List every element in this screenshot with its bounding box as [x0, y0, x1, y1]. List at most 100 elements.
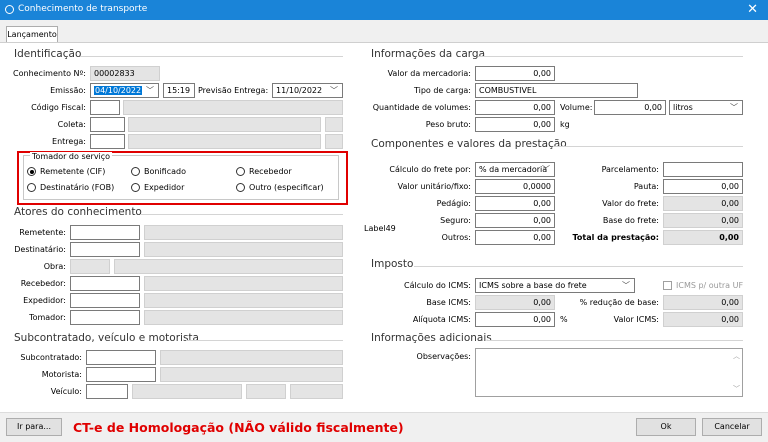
veiculo-field[interactable]	[86, 384, 128, 399]
valor-icms-label: Valor ICMS:	[613, 315, 659, 324]
motorista-field[interactable]	[86, 367, 156, 382]
base-icms-label: Base ICMS:	[426, 298, 471, 307]
radio-expedidor-label: Expedidor	[144, 183, 185, 192]
base-icms-field: 0,00	[475, 295, 555, 310]
obra-field	[70, 259, 110, 274]
recebedor-name	[144, 276, 343, 291]
emissao-date-picker[interactable]: 04/10/2022 ﹀	[90, 83, 159, 98]
numero-field: 00002833	[90, 66, 160, 81]
entrega-extra	[325, 134, 343, 149]
cancelar-button[interactable]: Cancelar	[702, 418, 762, 436]
divider	[80, 56, 343, 57]
previsao-label: Previsão Entrega:	[198, 86, 269, 95]
section-imposto-title: Imposto	[371, 258, 414, 270]
radio-bonificado[interactable]	[131, 167, 140, 176]
radio-outro-label: Outro (especificar)	[249, 183, 324, 192]
subcontratado-field[interactable]	[86, 350, 156, 365]
calculo-frete-select[interactable]: % da mercadoria ﹀	[475, 162, 555, 177]
tomador-field[interactable]	[70, 310, 140, 325]
volume-unit-select[interactable]: litros ﹀	[669, 100, 743, 115]
icms-outra-uf-checkbox[interactable]	[663, 281, 672, 290]
total-prestacao-label: Total da prestação:	[572, 233, 659, 242]
codigo-fiscal-description	[123, 100, 343, 115]
peso-unit: kg	[560, 120, 570, 129]
valor-unitario-field[interactable]: 0,0000	[475, 179, 555, 194]
radio-remetente-cif[interactable]	[27, 167, 36, 176]
seguro-field[interactable]: 0,00	[475, 213, 555, 228]
calculo-frete-label: Cálculo do frete por:	[389, 165, 471, 174]
destinatario-field[interactable]	[70, 242, 140, 257]
aliquota-pct: %	[560, 315, 568, 324]
radio-recebedor[interactable]	[236, 167, 245, 176]
radio-remetente-cif-label: Remetente (CIF)	[40, 167, 106, 176]
emissao-date-value: 04/10/2022	[94, 86, 143, 95]
previsao-date-picker[interactable]: 11/10/2022 ﹀	[272, 83, 343, 98]
radio-bonificado-label: Bonificado	[144, 167, 186, 176]
pedagio-field[interactable]: 0,00	[475, 196, 555, 211]
section-atores-title: Atores do conhecimento	[14, 206, 142, 218]
ir-para-button[interactable]: Ir para...	[6, 418, 62, 436]
aliquota-icms-label: Alíquota ICMS:	[412, 315, 471, 324]
homologacao-warning: CT-e de Homologação (NÃO válido fiscalme…	[73, 420, 404, 435]
emissao-time-field[interactable]: 15:19	[163, 83, 195, 98]
chevron-down-icon: ﹀	[146, 86, 154, 95]
expedidor-name	[144, 293, 343, 308]
base-frete-field: 0,00	[663, 213, 743, 228]
coleta-label: Coleta:	[57, 120, 86, 129]
remetente-label: Remetente:	[19, 228, 66, 237]
codigo-fiscal-field[interactable]	[90, 100, 120, 115]
pauta-field[interactable]: 0,00	[663, 179, 743, 194]
parcelamento-field[interactable]	[663, 162, 743, 177]
valor-icms-field: 0,00	[663, 312, 743, 327]
divider	[186, 340, 343, 341]
calculo-icms-label: Cálculo do ICMS:	[404, 281, 471, 290]
radio-outro[interactable]	[236, 183, 245, 192]
remetente-field[interactable]	[70, 225, 140, 240]
radio-destinatario-fob-label: Destinatário (FOB)	[40, 183, 115, 192]
volume-field[interactable]: 0,00	[594, 100, 666, 115]
divider	[140, 214, 343, 215]
coleta-field[interactable]	[90, 117, 125, 132]
valor-unitario-label: Valor unitário/fixo:	[397, 182, 471, 191]
tipo-carga-field[interactable]: COMBUSTIVEL	[475, 83, 638, 98]
entrega-field[interactable]	[90, 134, 125, 149]
volume-label: Volume:	[560, 103, 593, 112]
chevron-down-icon: ﹀	[542, 165, 550, 174]
divider	[553, 146, 743, 147]
previsao-date-value: 11/10/2022	[276, 86, 323, 95]
window-title: Conhecimento de transporte	[18, 4, 148, 14]
destinatario-label: Destinatário:	[14, 245, 66, 254]
calculo-icms-select[interactable]: ICMS sobre a base do frete ﹀	[475, 278, 635, 293]
aliquota-icms-field[interactable]: 0,00	[475, 312, 555, 327]
tipo-carga-label: Tipo de carga:	[413, 86, 471, 95]
recebedor-field[interactable]	[70, 276, 140, 291]
tomador-group	[23, 155, 339, 200]
veiculo-extra-2	[290, 384, 343, 399]
divider	[478, 56, 743, 57]
observacoes-textarea[interactable]: ︿ ﹀	[475, 348, 743, 397]
divider	[414, 266, 743, 267]
peso-field[interactable]: 0,00	[475, 117, 555, 132]
valor-mercadoria-field[interactable]: 0,00	[475, 66, 555, 81]
radio-destinatario-fob[interactable]	[27, 183, 36, 192]
tab-lancamento[interactable]: Lançamento	[6, 26, 58, 42]
outros-label: Outros:	[441, 233, 471, 242]
calculo-frete-value: % da mercadoria	[479, 165, 548, 174]
app-icon	[5, 5, 14, 14]
tomador-title: Tomador do serviço	[30, 152, 113, 161]
peso-label: Peso bruto:	[425, 120, 471, 129]
radio-expedidor[interactable]	[131, 183, 140, 192]
expedidor-field[interactable]	[70, 293, 140, 308]
valor-frete-field: 0,00	[663, 196, 743, 211]
scroll-down-icon[interactable]: ﹀	[733, 384, 740, 394]
outros-field[interactable]: 0,00	[475, 230, 555, 245]
close-icon[interactable]: ✕	[747, 2, 758, 17]
ok-button[interactable]: Ok	[636, 418, 696, 436]
destinatario-name	[144, 242, 343, 257]
scroll-up-icon[interactable]: ︿	[733, 351, 740, 361]
coleta-description	[128, 117, 321, 132]
section-identificacao-title: Identificação	[14, 48, 82, 60]
codigo-fiscal-label: Código Fiscal:	[31, 103, 86, 112]
chevron-down-icon: ﹀	[730, 103, 738, 112]
qtd-volumes-field[interactable]: 0,00	[475, 100, 555, 115]
